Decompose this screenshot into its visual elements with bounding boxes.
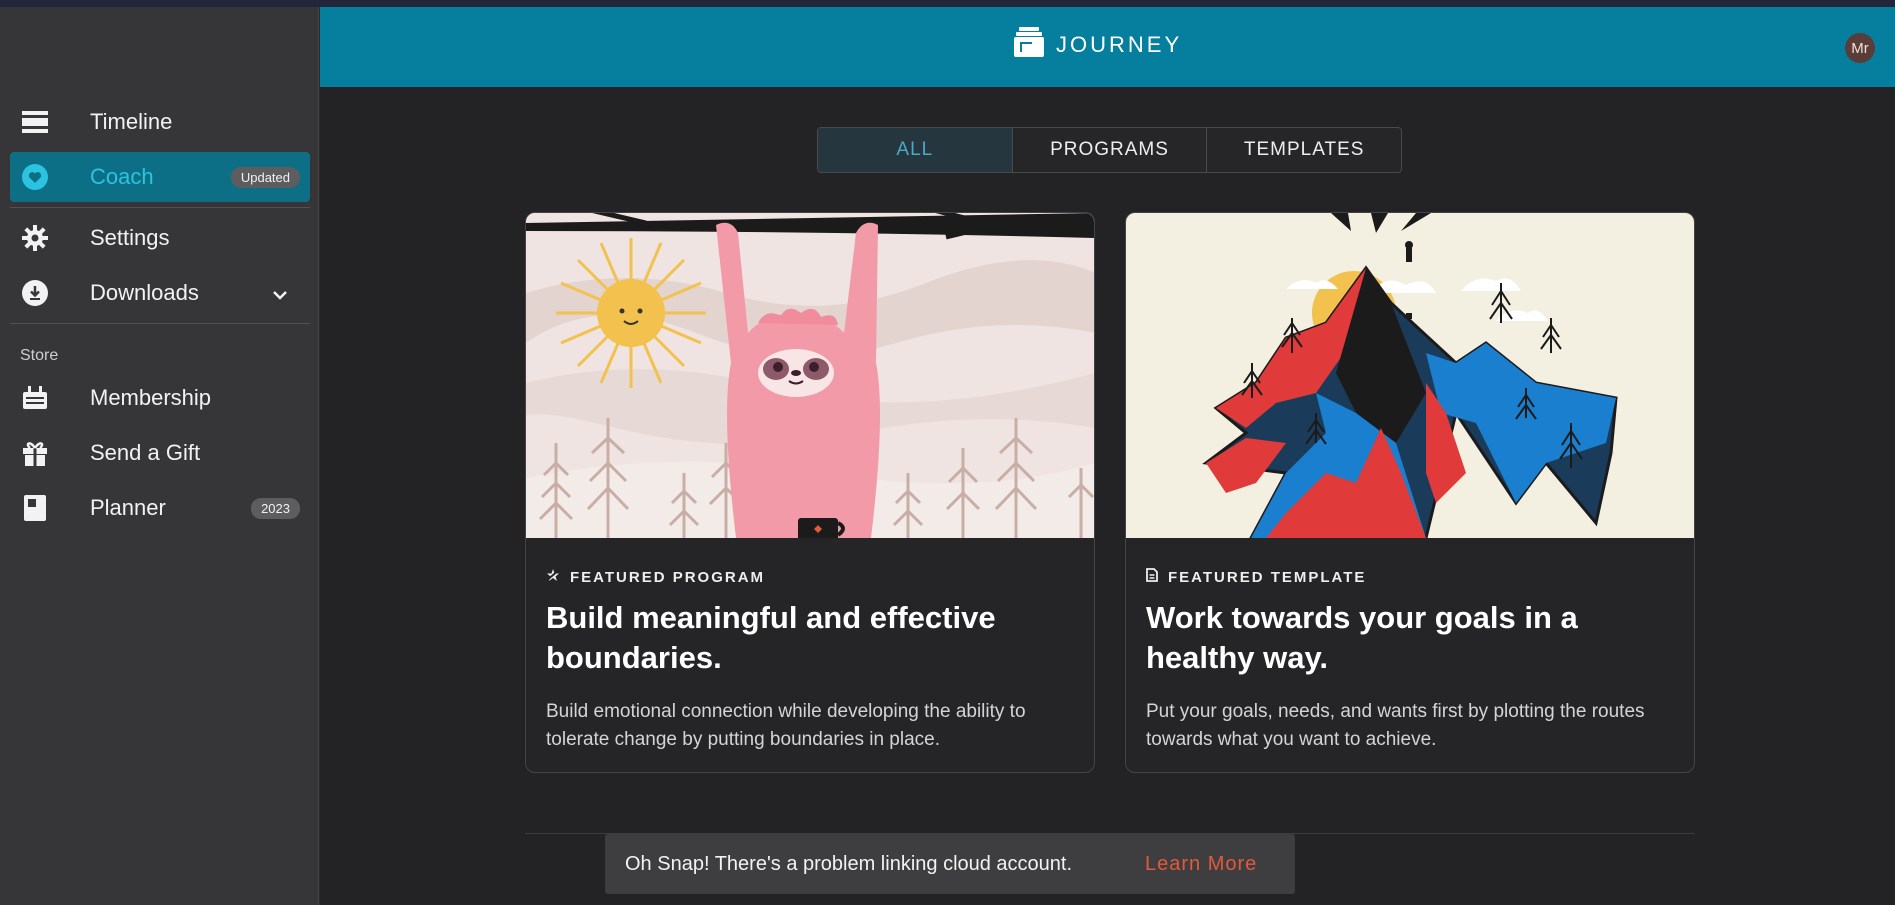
card-kicker: FEATURED TEMPLATE [1146, 568, 1366, 586]
sidebar-item-settings[interactable]: Settings [10, 213, 310, 263]
journey-logo-icon [1014, 27, 1044, 63]
gift-icon [22, 440, 48, 466]
updated-badge: Updated [230, 166, 300, 188]
toast-message: Oh Snap! There's a problem linking cloud… [625, 852, 1073, 875]
sidebar-item-label: Send a Gift [90, 440, 201, 465]
window-top-strip [0, 0, 1895, 7]
sidebar-item-label: Downloads [90, 280, 199, 305]
sidebar-item-membership[interactable]: Membership [10, 373, 310, 423]
membership-icon [22, 385, 48, 411]
learn-more-link[interactable]: Learn More [1145, 853, 1257, 876]
card-kicker-label: FEATURED PROGRAM [570, 568, 766, 586]
template-document-icon [1146, 568, 1158, 586]
sidebar-item-label: Membership [90, 385, 212, 410]
tab-all[interactable]: ALL [818, 128, 1013, 172]
error-toast: Oh Snap! There's a problem linking cloud… [605, 834, 1295, 894]
card-title: Work towards your goals in a healthy way… [1146, 600, 1578, 675]
sidebar-divider [10, 207, 310, 208]
featured-program-card[interactable]: FEATURED PROGRAM Build meaningful and ef… [525, 212, 1095, 773]
card-kicker: FEATURED PROGRAM [545, 568, 766, 586]
sidebar-item-label: Settings [90, 225, 170, 250]
sidebar-item-label: Timeline [90, 109, 173, 134]
avatar[interactable]: Mr [1845, 33, 1875, 63]
sidebar-item-coach[interactable]: Coach Updated [10, 152, 310, 202]
sidebar-item-planner[interactable]: Planner 2023 [10, 483, 310, 533]
timeline-icon [22, 109, 48, 135]
sidebar-item-send-a-gift[interactable]: Send a Gift [10, 428, 310, 478]
mountain-illustration [1126, 213, 1694, 538]
sidebar-item-downloads[interactable]: Downloads [10, 268, 310, 318]
sloth-illustration [526, 213, 1094, 538]
sidebar-item-label: Planner [90, 495, 166, 520]
card-description: Build emotional connection while develop… [546, 701, 1026, 750]
sidebar-divider [10, 323, 310, 324]
app-title: JOURNEY [1056, 32, 1183, 57]
planner-icon [22, 495, 48, 521]
year-badge: 2023 [251, 497, 300, 519]
sidebar: Timeline Coach Updated Settings Download… [0, 7, 319, 905]
gear-icon [22, 225, 48, 251]
program-icon [545, 568, 560, 586]
sidebar-item-timeline[interactable]: Timeline [10, 97, 310, 147]
chevron-down-icon[interactable] [272, 280, 288, 306]
download-icon [22, 280, 48, 306]
app-logo: JOURNEY [1014, 27, 1182, 63]
filter-tabs: ALL PROGRAMS TEMPLATES [817, 127, 1402, 173]
main-content: ALL PROGRAMS TEMPLATES FEATURED PROGRAM … [320, 87, 1895, 905]
card-description: Put your goals, needs, and wants first b… [1146, 701, 1645, 750]
card-title: Build meaningful and effective boundarie… [546, 600, 996, 675]
heart-icon [22, 164, 48, 190]
store-section-label: Store [20, 347, 59, 364]
app-header: JOURNEY Mr [320, 7, 1895, 87]
tab-programs[interactable]: PROGRAMS [1012, 128, 1208, 172]
sidebar-item-label: Coach [90, 164, 154, 189]
tab-templates[interactable]: TEMPLATES [1207, 128, 1401, 172]
card-kicker-label: FEATURED TEMPLATE [1168, 568, 1367, 586]
featured-template-card[interactable]: FEATURED TEMPLATE Work towards your goal… [1125, 212, 1695, 773]
